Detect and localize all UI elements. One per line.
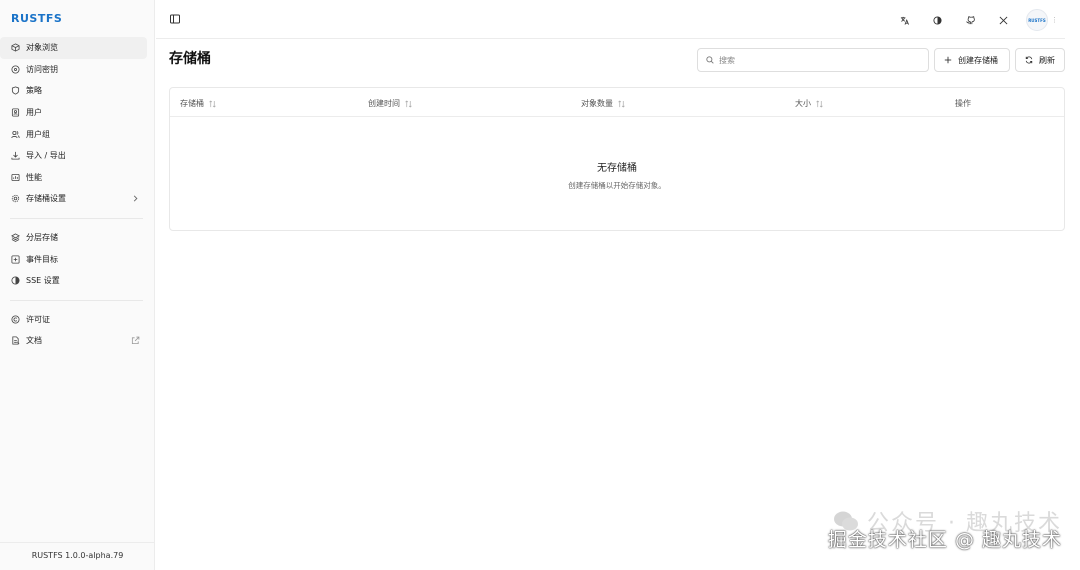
column-label: 大小: [795, 99, 811, 108]
sidebar-item-label: 分层存储: [26, 233, 58, 243]
box-icon: [10, 43, 20, 53]
search-icon: [706, 56, 714, 64]
monitor-icon: [10, 172, 20, 182]
wechat-icon: [834, 511, 859, 531]
column-created[interactable]: 创建时间: [368, 98, 412, 109]
sidebar: RUSTFS 对象浏览访问密钥策略用户用户组导入 / 导出 性能存储桶设置分层存储…: [0, 0, 155, 570]
key-icon: [10, 64, 20, 74]
user-card-icon: [10, 108, 20, 118]
sidebar-item-lock[interactable]: SSE 设置: [0, 270, 147, 292]
avatar[interactable]: RUSTFS: [1026, 9, 1048, 31]
search-box[interactable]: [697, 48, 929, 72]
search-input[interactable]: [719, 55, 919, 65]
version-label: RUSTFS 1.0.0-alpha.79: [0, 542, 155, 560]
sort-icon[interactable]: [405, 99, 412, 108]
refresh-label: 刷新: [1039, 55, 1055, 65]
column-object-count[interactable]: 对象数量: [581, 98, 625, 109]
sidebar-item-label: 存储桶设置: [26, 194, 66, 204]
sidebar-item-target[interactable]: 事件目标: [0, 248, 147, 270]
sidebar-item-label: 策略: [26, 86, 42, 96]
create-bucket-label: 创建存储桶: [958, 55, 998, 65]
column-label: 对象数量: [581, 99, 613, 108]
sort-icon[interactable]: [816, 99, 823, 108]
external-link-icon: [131, 336, 140, 345]
sidebar-item-label: 文档: [26, 336, 42, 346]
table-header: 存储桶 创建时间 对象数量 大小 操作: [170, 88, 1064, 117]
lock-icon: [10, 276, 20, 286]
sidebar-item-monitor[interactable]: 性能: [0, 167, 147, 189]
column-actions: 操作: [955, 98, 971, 109]
column-label: 存储桶: [180, 99, 204, 108]
column-label: 创建时间: [368, 99, 400, 108]
header-actions: RUSTFS ⋮: [876, 9, 1058, 31]
column-size[interactable]: 大小: [795, 98, 823, 109]
sidebar-item-label: 性能: [26, 172, 42, 182]
sidebar-item-label: 对象浏览: [26, 43, 58, 53]
sidebar-divider: [10, 217, 143, 219]
refresh-button[interactable]: 刷新: [1015, 48, 1065, 72]
users-icon: [10, 129, 20, 139]
sidebar-item-settings[interactable]: 存储桶设置: [0, 188, 147, 210]
sidebar-item-box[interactable]: 对象浏览: [0, 37, 147, 59]
sidebar-item-layers[interactable]: 分层存储: [0, 227, 147, 249]
bucket-table: 存储桶 创建时间 对象数量 大小 操作 无存储桶 创建存储桶以开始存储对象。: [169, 87, 1065, 231]
empty-state-title: 无存储桶: [597, 163, 637, 174]
watermark: 公众号 · 趣丸技术 掘金技术社区 @ 趣丸技术: [828, 505, 1062, 552]
github-icon[interactable]: [965, 15, 975, 25]
sidebar-item-shield[interactable]: 策略: [0, 80, 147, 102]
x-icon[interactable]: [998, 15, 1008, 25]
sidebar-item-user-card[interactable]: 用户: [0, 102, 147, 124]
sidebar-item-label: 导入 / 导出: [26, 151, 66, 161]
target-icon: [10, 254, 20, 264]
create-bucket-button[interactable]: 创建存储桶: [934, 48, 1010, 72]
layers-icon: [10, 233, 20, 243]
sidebar-item-copyright[interactable]: 许可证: [0, 309, 147, 331]
top-bar: RUSTFS ⋮: [156, 0, 1065, 39]
copyright-icon: [10, 314, 20, 324]
chevron-right-icon: [131, 194, 140, 203]
sidebar-item-label: 用户: [26, 108, 42, 118]
empty-state-description: 创建存储桶以开始存储对象。: [568, 181, 666, 190]
watermark-line2: 掘金技术社区 @ 趣丸技术: [827, 529, 1062, 551]
document-icon: [10, 336, 20, 346]
sidebar-item-label: 许可证: [26, 314, 50, 324]
sidebar-item-label: 事件目标: [26, 254, 58, 264]
settings-icon: [10, 194, 20, 204]
sort-icon[interactable]: [209, 99, 216, 108]
column-bucket[interactable]: 存储桶: [180, 98, 216, 109]
sidebar-item-users[interactable]: 用户组: [0, 123, 147, 145]
sidebar-item-label: SSE 设置: [26, 276, 60, 286]
plus-icon: [944, 56, 952, 64]
page-title: 存储桶: [169, 51, 211, 67]
sort-icon[interactable]: [618, 99, 625, 108]
shield-icon: [10, 86, 20, 96]
more-vertical-icon[interactable]: ⋮: [1051, 16, 1058, 24]
sidebar-item-label: 用户组: [26, 129, 50, 139]
sidebar-item-label: 访问密钥: [26, 64, 58, 74]
sidebar-item-document[interactable]: 文档: [0, 330, 147, 352]
column-label: 操作: [955, 99, 971, 108]
translate-icon[interactable]: [899, 15, 909, 25]
sidebar-nav: 对象浏览访问密钥策略用户用户组导入 / 导出 性能存储桶设置分层存储事件目标 SSE…: [0, 37, 155, 352]
app-logo[interactable]: RUSTFS: [11, 12, 62, 25]
sidebar-toggle-icon[interactable]: [170, 14, 180, 24]
sidebar-item-key[interactable]: 访问密钥: [0, 59, 147, 81]
refresh-icon: [1025, 56, 1033, 64]
download-icon: [10, 151, 20, 161]
theme-icon[interactable]: [932, 15, 942, 25]
sidebar-item-download[interactable]: 导入 / 导出: [0, 145, 147, 167]
sidebar-divider: [10, 299, 143, 301]
